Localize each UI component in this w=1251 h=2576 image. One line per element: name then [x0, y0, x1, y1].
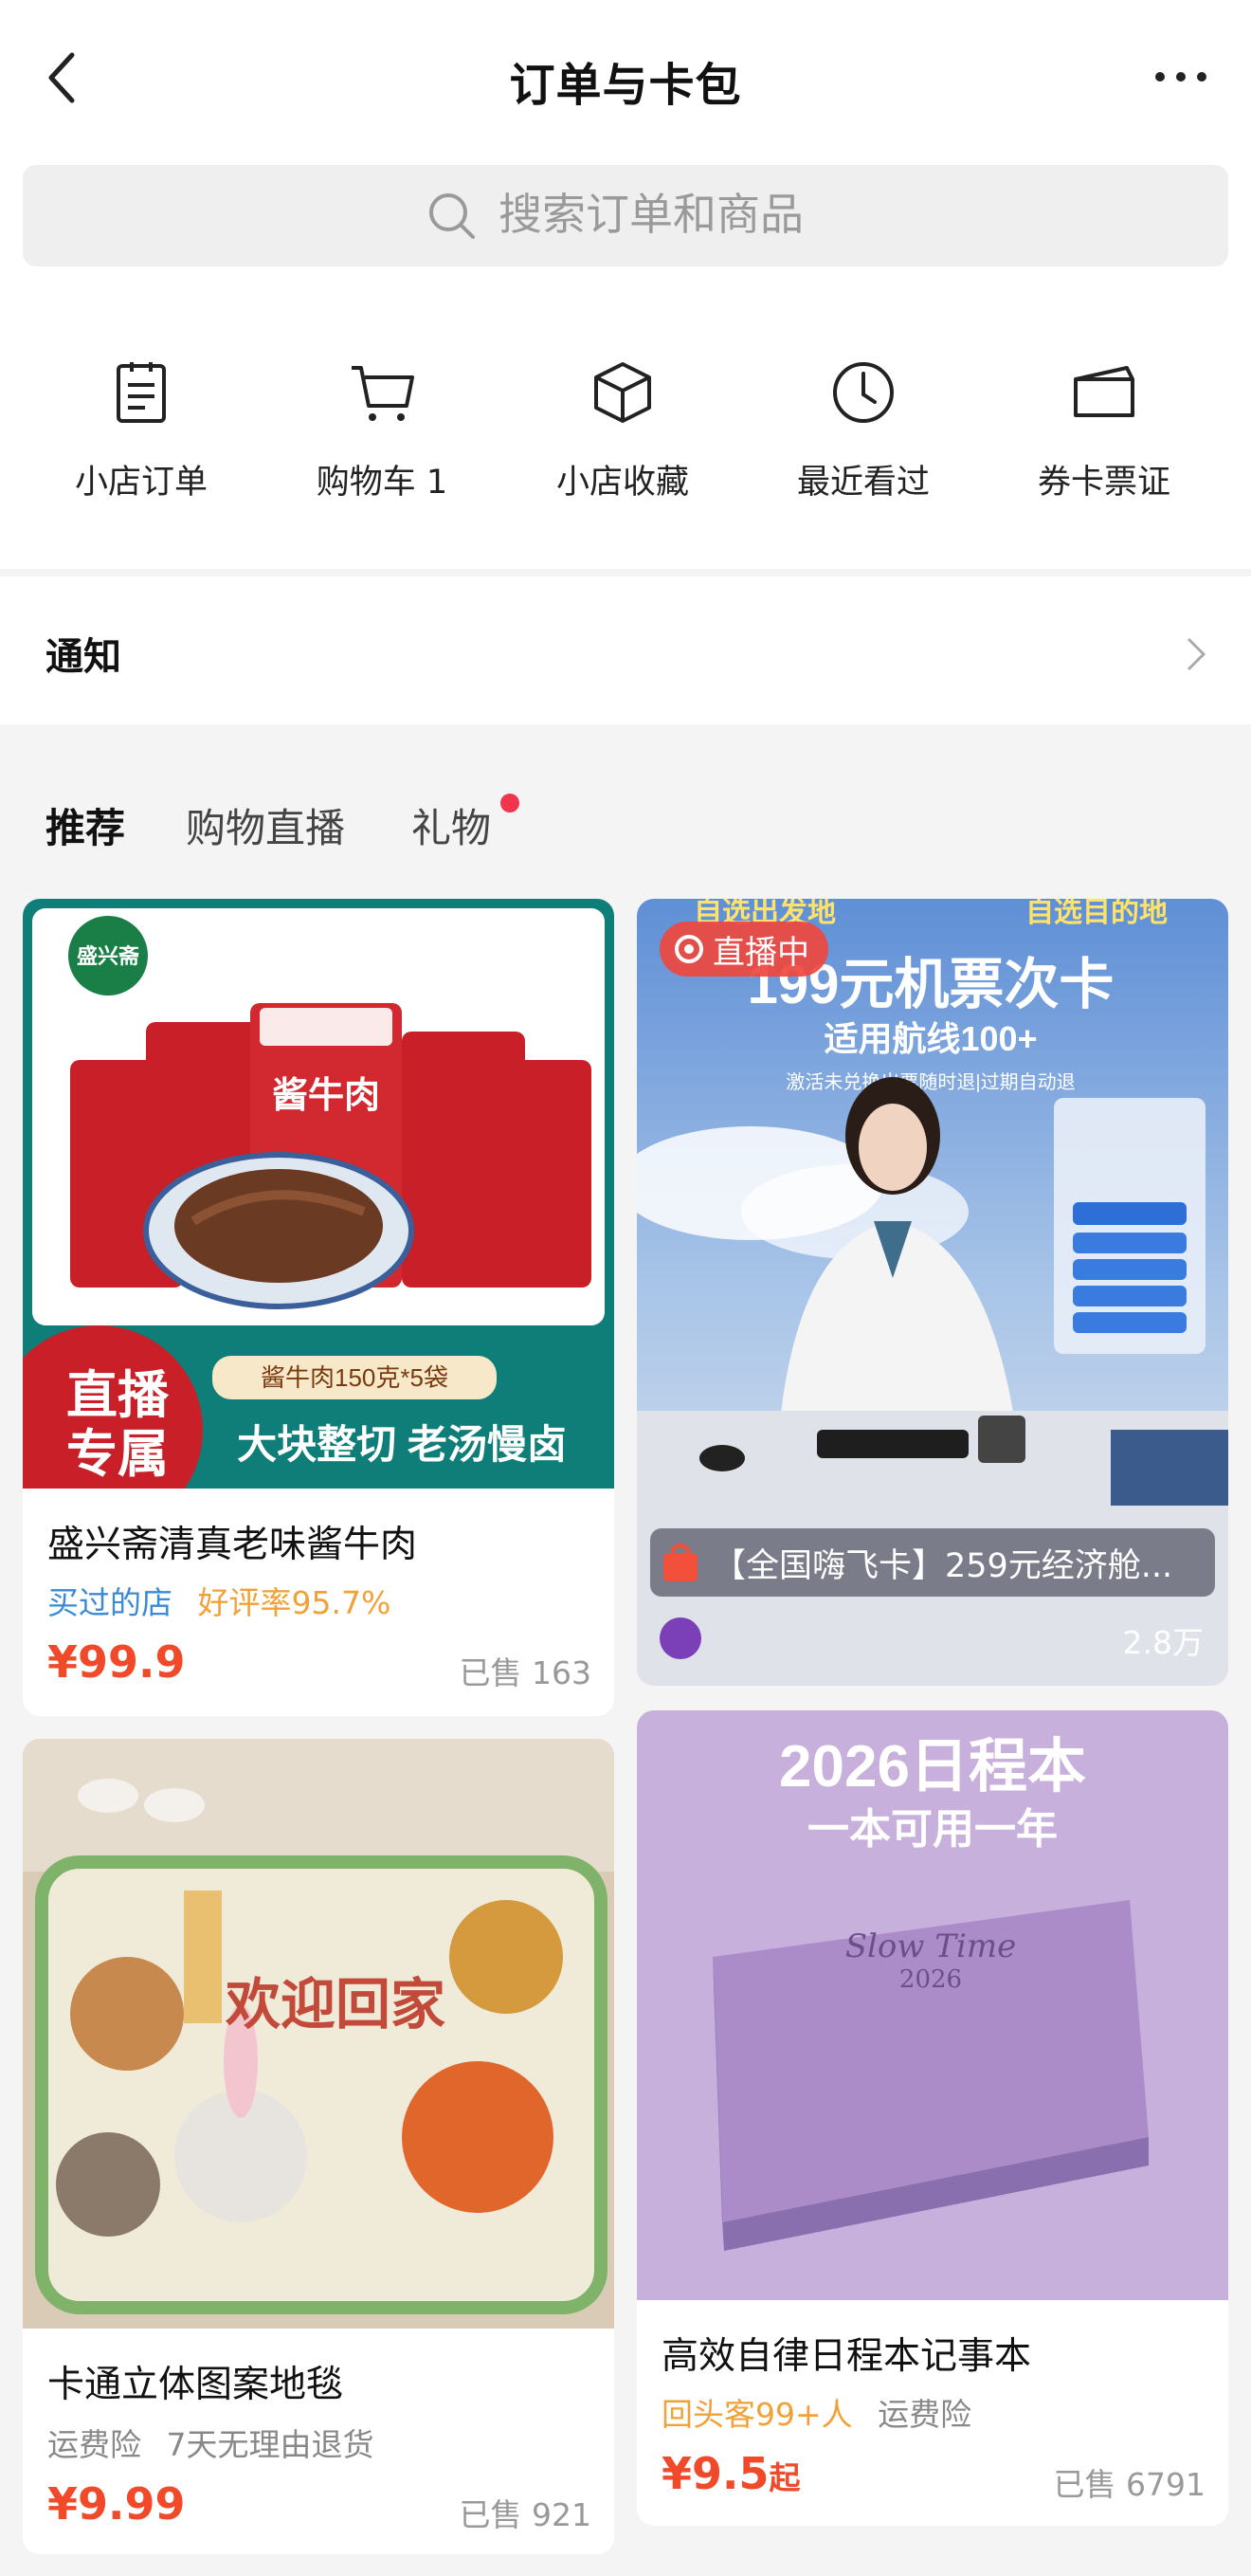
page-title: 订单与卡包 [509, 59, 742, 112]
cover-year: 2026 [899, 1965, 962, 1994]
product-image: 盛兴斋 酱牛肉 酱牛肉150克*5袋 直播 专属 大块整切 老汤慢卤 [23, 899, 614, 1489]
box-icon [594, 362, 651, 423]
search-placeholder: 搜索订单和商品 [499, 189, 804, 240]
planner-headline: 2026日程本 [779, 1734, 1086, 1800]
search-input[interactable]: 搜索订单和商品 [23, 165, 1228, 266]
nav-label: 小店收藏 [555, 464, 689, 502]
header-bar: 订单与卡包 [0, 0, 1251, 156]
clock-icon [833, 362, 894, 423]
more-options-icon[interactable] [1152, 63, 1209, 91]
banner-right-text: 自选目的地 [1025, 899, 1168, 928]
live-stream-card[interactable]: 自选出发地 自选目的地 199元机票次卡 适用航线100+ 激活未兑换出票随时退… [637, 899, 1228, 1686]
tab-gifts[interactable]: 礼物 [411, 796, 491, 854]
live-product-title: 【全国嗨飞卡】259元经济舱... [713, 1546, 1173, 1585]
shopping-bag-icon [663, 1544, 698, 1581]
nav-label: 券卡票证 [1037, 464, 1170, 502]
quick-nav: 小店订单 购物车 1 小店收藏 最近看过 券卡票证 [0, 313, 1251, 556]
product-tags: 回头客99+人 运费险 [662, 2389, 987, 2435]
notice-label: 通知 [45, 635, 121, 679]
live-badge: 直播中 [660, 922, 828, 977]
tab-recommend[interactable]: 推荐 [45, 796, 125, 854]
product-card[interactable]: 盛兴斋 酱牛肉 酱牛肉150克*5袋 直播 专属 大块整切 老汤慢卤 盛兴斋清真… [23, 899, 614, 1716]
tag: 运费险 [47, 2426, 141, 2463]
product-card[interactable]: 欢迎回家 卡通立体图案地毯 运费险 7天无理由退货 ¥9.99 已售 921 [23, 1739, 614, 2554]
nav-label: 购物车 1 [316, 464, 448, 502]
product-tags: 买过的店 好评率95.7% [47, 1578, 406, 1623]
slogan-text: 大块整切 老汤慢卤 [237, 1422, 567, 1467]
nav-coupons-cards[interactable]: 券卡票证 [984, 313, 1224, 556]
notice-row[interactable]: 通知 [0, 576, 1251, 724]
chevron-right-icon [1187, 637, 1206, 671]
product-title: 盛兴斋清真老味酱牛肉 [47, 1524, 418, 1566]
nav-cart[interactable]: 购物车 1 [262, 313, 502, 556]
product-price: ¥99.9 [47, 1636, 186, 1688]
clipboard-icon [117, 362, 166, 423]
sold-count: 已售 921 [459, 2496, 591, 2533]
spec-text: 酱牛肉150克*5袋 [261, 1363, 448, 1392]
nav-shop-favorites[interactable]: 小店收藏 [502, 313, 743, 556]
top-panel: 订单与卡包 搜索订单和商品 小店订单 购物车 1 小店收藏 最近看过 券卡票证 [0, 0, 1251, 569]
product-title: 卡通立体图案地毯 [47, 2364, 344, 2406]
price-suffix: 起 [769, 2459, 801, 2496]
viewer-count: 2.8万 [1122, 1624, 1204, 1661]
nav-recently-viewed[interactable]: 最近看过 [743, 313, 984, 556]
product-title: 高效自律日程本记事本 [662, 2335, 1032, 2378]
banner-subline: 适用航线100+ [824, 1019, 1037, 1058]
banner-note: 激活未兑换出票随时退|过期自动退 [786, 1071, 1075, 1093]
cart-icon [352, 366, 414, 421]
product-price: ¥9.5起 [662, 2448, 801, 2499]
nav-label: 最近看过 [796, 464, 930, 502]
tag: 买过的店 [47, 1584, 172, 1621]
product-image: 欢迎回家 [23, 1739, 614, 2329]
cover-script: Slow Time [845, 1927, 1016, 1965]
product-price: ¥9.99 [47, 2478, 186, 2530]
live-exclusive-badge-line1: 直播 [66, 1367, 170, 1424]
notification-dot [500, 794, 519, 813]
sold-count: 已售 163 [459, 1654, 591, 1691]
tab-shopping-live[interactable]: 购物直播 [186, 796, 345, 854]
live-indicator-icon [675, 935, 703, 963]
nav-shop-orders[interactable]: 小店订单 [21, 313, 262, 556]
sold-count: 已售 6791 [1053, 2466, 1206, 2503]
planner-subline: 一本可用一年 [807, 1806, 1058, 1853]
product-card[interactable]: 2026日程本 一本可用一年 Slow Time 2026 高效自律日程本记事本… [637, 1710, 1228, 2526]
search-icon [429, 193, 475, 239]
product-tags: 运费险 7天无理由退货 [47, 2420, 390, 2465]
live-badge-label: 直播中 [713, 933, 809, 972]
feed-tabs: 推荐 购物直播 礼物 [0, 740, 1251, 891]
brand-logo-text: 盛兴斋 [77, 944, 140, 968]
tag: 好评率95.7% [197, 1584, 391, 1621]
wallet-icon [1074, 366, 1134, 417]
tag: 回头客99+人 [662, 2396, 853, 2433]
nav-label: 小店订单 [74, 464, 208, 502]
live-product-bar[interactable]: 【全国嗨飞卡】259元经济舱... [650, 1528, 1215, 1597]
tag: 运费险 [878, 2396, 972, 2433]
live-exclusive-badge-line2: 专属 [66, 1426, 169, 1483]
package-text: 酱牛肉 [272, 1076, 380, 1116]
rug-text: 欢迎回家 [225, 1974, 445, 2036]
price-value: ¥9.5 [662, 2448, 770, 2499]
tag: 7天无理由退货 [166, 2426, 374, 2463]
streamer-avatar[interactable] [660, 1617, 701, 1659]
product-image: 2026日程本 一本可用一年 Slow Time 2026 [637, 1710, 1228, 2300]
